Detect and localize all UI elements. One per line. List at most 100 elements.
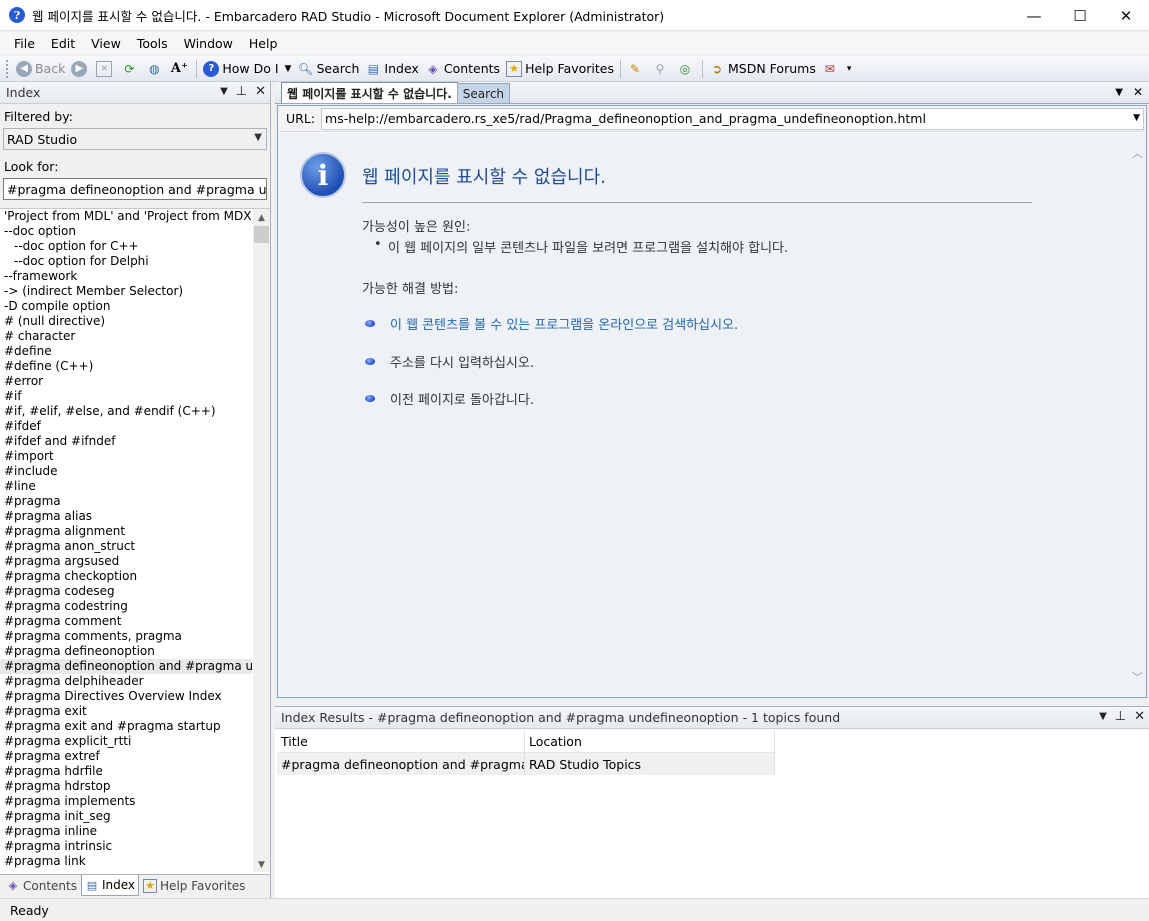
index-scrollbar[interactable]: ▲ ▼ xyxy=(253,209,270,872)
search-online-link[interactable]: 이 웹 콘텐츠를 볼 수 있는 프로그램을 온라인으로 검색하십시오. xyxy=(390,314,738,333)
toolbar-overflow-button[interactable]: ▾ xyxy=(844,58,855,80)
list-item[interactable]: #pragma explicit_rtti xyxy=(0,734,252,749)
msdn-forums-button[interactable]: ➲ MSDN Forums xyxy=(706,58,819,80)
stop-button[interactable]: ✕ xyxy=(93,58,118,80)
list-item[interactable]: #line xyxy=(0,479,252,494)
chevron-down-icon[interactable]: ▼ xyxy=(1133,113,1140,123)
menu-window[interactable]: Window xyxy=(176,36,241,51)
list-item[interactable]: #error xyxy=(0,374,252,389)
table-row[interactable]: #pragma defineonoption and #pragma un...… xyxy=(277,753,775,775)
list-item[interactable]: #pragma exit and #pragma startup xyxy=(0,719,252,734)
column-header-title[interactable]: Title xyxy=(277,730,525,753)
list-item[interactable]: # character xyxy=(0,329,252,344)
list-item[interactable]: #pragma alias xyxy=(0,509,252,524)
list-item[interactable]: #define xyxy=(0,344,252,359)
search-button[interactable]: 🔍︎ Search xyxy=(294,58,362,80)
pin-icon[interactable]: ⊥ xyxy=(1115,709,1126,724)
menu-edit[interactable]: Edit xyxy=(43,36,83,51)
list-item[interactable]: --doc option for C++ xyxy=(0,239,252,254)
pane-menu-icon[interactable]: ▼ xyxy=(1099,711,1107,724)
ask-question-button[interactable]: ◎ xyxy=(674,58,699,80)
chevron-down-icon[interactable]: ▼ xyxy=(285,64,292,74)
forward-button[interactable]: ▶ xyxy=(68,58,93,80)
tab-index[interactable]: ▤ Index xyxy=(80,875,140,896)
column-header-location[interactable]: Location xyxy=(525,730,775,753)
list-item[interactable]: #pragma comment xyxy=(0,614,252,629)
tab-list-icon[interactable]: ▼ xyxy=(1115,87,1123,99)
list-item[interactable]: #import xyxy=(0,449,252,464)
list-item[interactable]: #pragma codeseg xyxy=(0,584,252,599)
list-item[interactable]: #if, #elif, #else, and #endif (C++) xyxy=(0,404,252,419)
list-item[interactable]: #pragma init_seg xyxy=(0,809,252,824)
menu-file[interactable]: File xyxy=(6,36,43,51)
look-for-input[interactable]: #pragma defineonoption and #pragma undef… xyxy=(3,178,267,200)
scroll-thumb[interactable] xyxy=(254,226,269,243)
list-item[interactable]: #pragma anon_struct xyxy=(0,539,252,554)
list-item[interactable]: 'Project from MDL' and 'Project from MDX… xyxy=(0,209,252,224)
help-favorites-button[interactable]: ★ Help Favorites xyxy=(503,58,617,80)
how-do-i-button[interactable]: ? How Do I ▼ xyxy=(200,58,294,80)
list-item[interactable]: #pragma checkoption xyxy=(0,569,252,584)
list-item[interactable]: #pragma argsused xyxy=(0,554,252,569)
list-item[interactable]: --doc option xyxy=(0,224,252,239)
pin-icon[interactable]: ⊥ xyxy=(236,84,247,99)
tab-contents[interactable]: ◈ Contents xyxy=(2,875,81,896)
list-item[interactable]: #pragma xyxy=(0,494,252,509)
list-item[interactable]: #ifdef xyxy=(0,419,252,434)
url-field[interactable]: ms-help://embarcadero.rs_xe5/rad/Pragma_… xyxy=(321,107,1144,130)
tab-search[interactable]: Search xyxy=(456,83,511,103)
minimize-button[interactable]: — xyxy=(1011,0,1057,31)
send-feedback-button[interactable]: ✉ xyxy=(819,58,844,80)
list-item[interactable]: #pragma extref xyxy=(0,749,252,764)
list-item[interactable]: #pragma inline xyxy=(0,824,252,839)
scroll-down-icon[interactable]: ﹀ xyxy=(1132,669,1143,685)
content-scrollbar[interactable]: ︿ ﹀ xyxy=(1129,133,1146,697)
list-item[interactable]: --doc option for Delphi xyxy=(0,254,252,269)
add-to-favorites-button[interactable]: ✎ xyxy=(624,58,649,80)
scroll-up-icon[interactable]: ︿ xyxy=(1132,145,1143,161)
list-item[interactable]: #pragma Directives Overview Index xyxy=(0,689,252,704)
menu-tools[interactable]: Tools xyxy=(129,36,176,51)
maximize-button[interactable]: ☐ xyxy=(1057,0,1103,31)
contents-button[interactable]: ◈ Contents xyxy=(422,58,503,80)
back-button[interactable]: ◀ Back xyxy=(13,58,68,80)
toolbar-grip[interactable] xyxy=(6,59,9,78)
list-item[interactable]: #pragma exit xyxy=(0,704,252,719)
list-item[interactable]: #pragma defineonoption and #pragma undef… xyxy=(0,659,252,674)
scroll-up-icon[interactable]: ▲ xyxy=(253,209,270,226)
close-pane-icon[interactable]: ✕ xyxy=(1134,709,1145,724)
list-item[interactable]: #pragma implements xyxy=(0,794,252,809)
list-item[interactable]: #ifdef and #ifndef xyxy=(0,434,252,449)
list-item[interactable]: #pragma link xyxy=(0,854,252,869)
menu-help[interactable]: Help xyxy=(241,36,286,51)
list-item[interactable]: #pragma comments, pragma xyxy=(0,629,252,644)
index-button[interactable]: ▤ Index xyxy=(362,58,421,80)
home-button[interactable]: ◍ xyxy=(143,58,168,80)
filter-dropdown[interactable]: RAD Studio ▼ xyxy=(3,128,267,150)
font-size-button[interactable]: A⁺ xyxy=(168,58,193,80)
scroll-down-icon[interactable]: ▼ xyxy=(253,856,270,872)
list-item[interactable]: #pragma delphiheader xyxy=(0,674,252,689)
tab-document[interactable]: 웹 페이지를 표시할 수 없습니다. xyxy=(281,82,458,103)
list-item[interactable]: #pragma intrinsic xyxy=(0,839,252,854)
list-item[interactable]: #pragma alignment xyxy=(0,524,252,539)
close-tab-icon[interactable]: ✕ xyxy=(1133,85,1143,99)
list-item[interactable]: -D compile option xyxy=(0,299,252,314)
list-item[interactable]: #pragma codestring xyxy=(0,599,252,614)
list-item[interactable]: #pragma defineonoption xyxy=(0,644,252,659)
list-item[interactable]: #if xyxy=(0,389,252,404)
list-item[interactable]: #define (C++) xyxy=(0,359,252,374)
close-button[interactable]: ✕ xyxy=(1103,0,1149,31)
list-item[interactable]: -> (indirect Member Selector) xyxy=(0,284,252,299)
pane-menu-icon[interactable]: ▼ xyxy=(220,86,228,99)
list-item[interactable]: #pragma hdrstop xyxy=(0,779,252,794)
tab-help-favorites[interactable]: ★ Help Favorites xyxy=(139,875,249,896)
sync-contents-button[interactable]: ⚲ xyxy=(649,58,674,80)
close-pane-icon[interactable]: ✕ xyxy=(255,84,266,99)
list-item[interactable]: #include xyxy=(0,464,252,479)
list-item[interactable]: --framework xyxy=(0,269,252,284)
list-item[interactable]: # (null directive) xyxy=(0,314,252,329)
menu-view[interactable]: View xyxy=(83,36,129,51)
list-item[interactable]: #pragma hdrfile xyxy=(0,764,252,779)
refresh-button[interactable]: ⟳ xyxy=(118,58,143,80)
